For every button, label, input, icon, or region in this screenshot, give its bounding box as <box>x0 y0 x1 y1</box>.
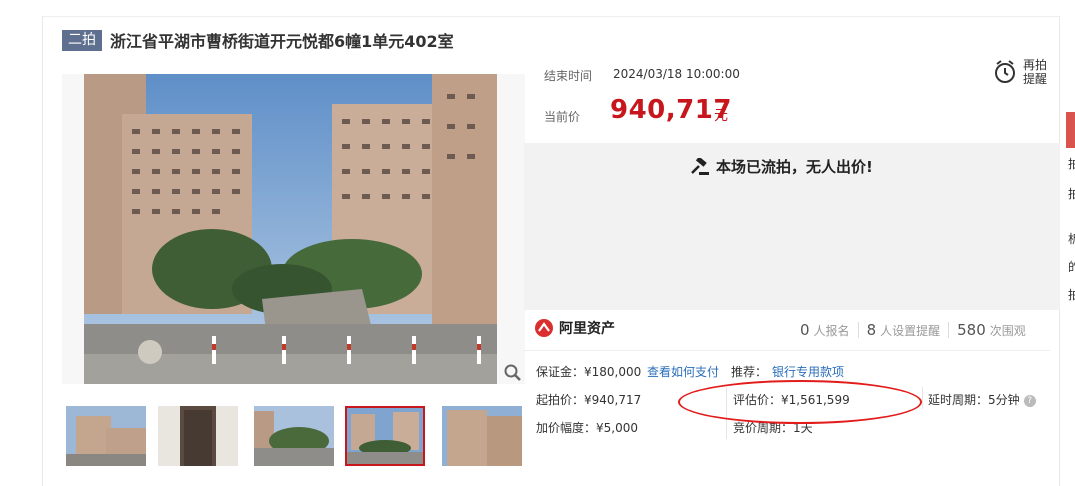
edge-char-4: 的 <box>1068 260 1075 274</box>
edge-char-3: 析 <box>1068 232 1075 246</box>
thumbnail-strip <box>62 406 522 466</box>
recommend-label: 推荐： <box>731 365 768 379</box>
end-time-value: 2024/03/18 10:00:00 <box>613 67 740 81</box>
auction-stats: 0 人报名 8 人设置提醒 580 次围观 <box>800 321 1026 339</box>
ali-assets-logo-icon <box>535 319 553 337</box>
delay-period: 延时周期：5分钟? <box>928 391 1036 408</box>
views-count: 580 <box>957 321 986 339</box>
price-unit: 元 <box>714 108 728 124</box>
edge-char-2: 拍 <box>1068 187 1075 201</box>
views-label: 次围观 <box>989 323 1026 338</box>
status-message: 本场已流拍，无人出价! <box>690 156 873 177</box>
reminders-label: 人设置提醒 <box>880 323 941 338</box>
deposit: 保证金：¥180,000 <box>536 365 642 379</box>
how-to-pay-link[interactable]: 查看如何支付 <box>647 363 719 380</box>
stats-divider <box>948 322 950 338</box>
edge-char-5: 拍 <box>1068 288 1075 302</box>
current-price-label: 当前价 <box>544 110 581 124</box>
zoom-icon[interactable] <box>503 363 523 383</box>
section-divider <box>524 350 1050 351</box>
platform-brand: 阿里资产 <box>534 318 615 338</box>
remind-label-1: 再拍 <box>1023 58 1048 72</box>
remind-text: 再拍 提醒 <box>1023 58 1051 86</box>
column-divider <box>922 387 923 409</box>
thumbnail-3[interactable] <box>254 406 334 466</box>
thumbnail-4-selected[interactable] <box>345 406 425 466</box>
highlight-annotation <box>678 380 922 424</box>
signups-label: 人报名 <box>813 323 850 338</box>
end-time-label: 结束时间 <box>544 69 593 83</box>
signups-count: 0 <box>800 321 810 339</box>
auction-round-badge: 二拍 <box>62 29 102 51</box>
thumbnail-2[interactable] <box>158 406 238 466</box>
title-row: 二拍 浙江省平湖市曹桥街道开元悦都6幢1单元402室 <box>62 28 454 52</box>
stats-divider <box>857 322 859 338</box>
help-icon[interactable]: ? <box>1023 394 1036 407</box>
remind-button[interactable]: 再拍 提醒 <box>993 58 1051 86</box>
bank-payment-link[interactable]: 银行专用款项 <box>772 363 844 380</box>
start-price: 起拍价：¥940,717 <box>536 393 642 407</box>
adjacent-panel-accent <box>1066 112 1075 148</box>
page-title: 浙江省平湖市曹桥街道开元悦都6幢1单元402室 <box>110 32 454 51</box>
main-property-photo[interactable] <box>62 74 525 384</box>
thumbnail-5[interactable] <box>442 406 522 466</box>
delay-period-text: 延时周期：5分钟 <box>928 393 1020 407</box>
status-text: 本场已流拍，无人出价! <box>716 158 873 176</box>
bid-increment: 加价幅度：¥5,000 <box>536 421 638 435</box>
gavel-icon <box>691 157 709 175</box>
reminders-count: 8 <box>866 321 877 339</box>
remind-label-2: 提醒 <box>1023 72 1048 86</box>
alarm-clock-icon <box>995 60 1015 83</box>
thumbnail-1[interactable] <box>66 406 146 466</box>
platform-name: 阿里资产 <box>559 321 615 337</box>
edge-char-1: 拍 <box>1068 157 1075 171</box>
